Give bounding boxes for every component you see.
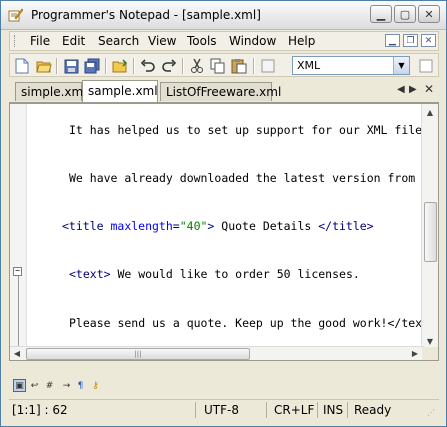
status-text: Ready <box>354 403 392 417</box>
code-line-5: Please send us a quote. Keep up the good… <box>69 316 423 330</box>
line-ending-indicator[interactable]: CR+LF <box>274 402 314 418</box>
document-tabs: simple.xml sample.xml ListOfFreeware.xml… <box>9 80 439 103</box>
maximize-button[interactable]: ▢ <box>394 5 416 23</box>
tab-listoffreeware-xml[interactable]: ListOfFreeware.xml <box>160 82 281 101</box>
xml-text-content: Quote Details <box>214 219 319 233</box>
scheme-select-value: XML <box>297 59 321 72</box>
save-icon[interactable] <box>62 57 80 75</box>
fold-collapse-icon[interactable]: − <box>13 267 22 276</box>
encoding-indicator[interactable]: UTF-8 <box>204 402 239 418</box>
mdi-restore-button[interactable]: ❐ <box>403 34 418 47</box>
main-toolbar: XML ▼ <box>9 53 439 77</box>
scroll-left-icon[interactable]: ◀ <box>10 347 24 360</box>
xml-text-content: We would like to order 50 licenses. <box>110 267 360 281</box>
key-icon[interactable]: ⚷ <box>89 379 102 392</box>
bottom-view-toolbar: ▣ ↩ # → ¶ ⚷ <box>9 379 439 393</box>
close-button[interactable]: ✕ <box>418 5 440 23</box>
scheme-config-icon[interactable] <box>417 57 435 75</box>
vertical-scroll-thumb[interactable] <box>424 202 437 262</box>
cursor-position: [1:1] : 62 <box>12 403 68 417</box>
menu-search[interactable]: Search <box>98 34 139 48</box>
paste-icon[interactable] <box>230 57 248 75</box>
code-line-2: We have already downloaded the latest ve… <box>69 171 416 185</box>
xml-tag-open: <title <box>62 219 111 233</box>
horizontal-scrollbar[interactable]: ◀ ||| ▶ <box>10 346 424 360</box>
window-title: Programmer's Notepad - [sample.xml] <box>31 8 261 22</box>
code-line-1: It has helped us to set up support for o… <box>69 123 423 137</box>
copy-icon[interactable] <box>209 57 227 75</box>
menubar-grip[interactable] <box>14 35 18 47</box>
xml-attribute-name: maxlength <box>110 219 173 233</box>
fold-line <box>18 275 19 349</box>
code-editor[interactable]: − It has helped us to set up support for… <box>9 103 439 361</box>
tab-sample-xml[interactable]: sample.xml <box>82 80 158 102</box>
line-numbers-icon[interactable]: # <box>43 379 56 392</box>
menu-help[interactable]: Help <box>288 34 315 48</box>
undo-icon[interactable] <box>139 57 157 75</box>
code-line-3: <title maxlength="40"> Quote Details </t… <box>62 219 374 233</box>
mdi-close-button[interactable]: ✕ <box>421 34 436 47</box>
menu-edit[interactable]: Edit <box>62 34 85 48</box>
word-wrap-icon[interactable]: ↩ <box>28 379 41 392</box>
xml-attribute-value: "40" <box>179 219 208 233</box>
paragraph-icon[interactable]: ¶ <box>74 379 87 392</box>
xml-equals: = <box>172 219 180 233</box>
xml-tag-open: <text> <box>69 267 111 281</box>
open-file-icon[interactable] <box>35 57 53 75</box>
tab-scroll-left-icon[interactable]: ◀ <box>397 84 405 95</box>
toolbar-extra-icon[interactable] <box>259 57 277 75</box>
chevron-down-icon[interactable]: ▼ <box>393 57 409 74</box>
output-view-icon[interactable]: ▣ <box>13 379 26 392</box>
menu-view[interactable]: View <box>148 34 176 48</box>
scheme-select[interactable]: XML ▼ <box>292 56 410 75</box>
scroll-corner <box>422 347 438 360</box>
code-line-4: <text> We would like to order 50 license… <box>69 267 360 281</box>
tab-scroll-right-icon[interactable]: ▶ <box>409 84 417 95</box>
app-window: Programmer's Notepad - [sample.xml] ▁ ▢ … <box>0 0 447 427</box>
status-bar: [1:1] : 62 UTF-8 CR+LF INS Ready ⋰ <box>9 399 439 420</box>
scroll-right-icon[interactable]: ▶ <box>408 347 422 360</box>
open-folder-icon[interactable] <box>111 57 129 75</box>
menu-window[interactable]: Window <box>229 34 276 48</box>
menu-tools[interactable]: Tools <box>187 34 217 48</box>
menu-bar: File Edit Search View Tools Window Help … <box>9 31 439 51</box>
cut-icon[interactable] <box>188 57 206 75</box>
tab-close-icon[interactable]: ✕ <box>424 82 434 96</box>
xml-end-tag: </title> <box>318 219 374 233</box>
horizontal-scroll-thumb[interactable]: ||| <box>26 348 250 360</box>
notepad-app-icon <box>8 8 23 22</box>
whitespace-icon[interactable]: → <box>60 379 73 392</box>
vertical-scrollbar[interactable]: ▲ ▼ <box>421 104 438 349</box>
save-all-icon[interactable] <box>83 57 101 75</box>
tab-simple-xml[interactable]: simple.xml <box>15 82 87 101</box>
menu-file[interactable]: File <box>30 34 50 48</box>
mdi-minimize-button[interactable]: ▁ <box>385 34 400 47</box>
title-bar[interactable]: Programmer's Notepad - [sample.xml] ▁ ▢ … <box>1 1 446 30</box>
minimize-button[interactable]: ▁ <box>370 5 392 23</box>
insert-mode-indicator: INS <box>323 403 344 417</box>
scroll-up-icon[interactable]: ▲ <box>422 104 438 120</box>
new-file-icon[interactable] <box>13 57 31 75</box>
redo-icon[interactable] <box>160 57 178 75</box>
resize-grip-icon[interactable]: ⋰ <box>427 408 439 420</box>
